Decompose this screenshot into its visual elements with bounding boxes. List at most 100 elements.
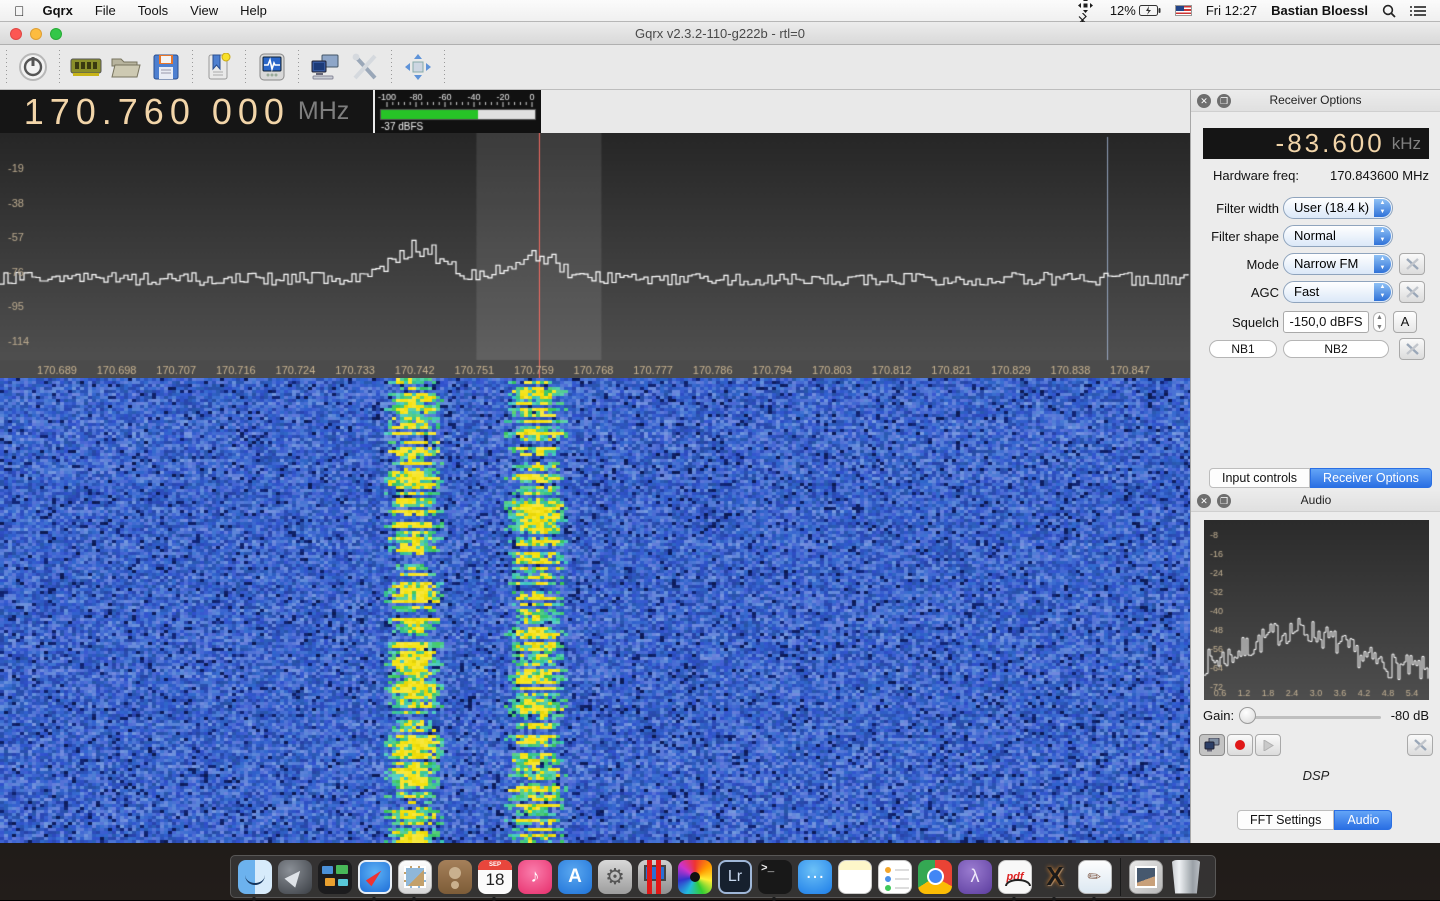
dock-emacs-icon[interactable] — [957, 859, 993, 895]
dsp-tools-button[interactable] — [345, 48, 385, 86]
remote-control-button[interactable] — [305, 48, 345, 86]
mode-options-button[interactable] — [1399, 253, 1425, 275]
offset-frequency-display[interactable]: -83.600 kHz — [1203, 128, 1429, 159]
dock: SEP18 Lr>_ pdf — [230, 855, 1216, 898]
audio-record-button[interactable] — [1227, 734, 1253, 756]
dock-finder-icon[interactable] — [237, 859, 273, 895]
input-language-flag[interactable] — [1175, 5, 1192, 16]
dock-calendar-icon[interactable]: SEP18 — [477, 859, 513, 895]
io-devices-button[interactable] — [66, 48, 106, 86]
save-settings-button[interactable] — [146, 48, 186, 86]
dock-pdf-reader-icon[interactable]: pdf — [997, 859, 1033, 895]
menu-item-tools[interactable]: Tools — [138, 3, 168, 18]
nb2-button[interactable]: NB2 — [1283, 340, 1389, 358]
panel-tab-input-controls[interactable]: Input controls — [1209, 468, 1310, 488]
window-title: Gqrx v2.3.2-110-g222b - rtl=0 — [0, 26, 1440, 41]
spotlight-search-icon[interactable] — [1382, 4, 1396, 18]
dock-messages-icon[interactable] — [797, 859, 833, 895]
waterfall-plot[interactable] — [0, 378, 1190, 843]
dock-reminders-icon[interactable] — [877, 859, 913, 895]
dock-safari-icon[interactable] — [357, 859, 393, 895]
audio-options-button[interactable] — [1407, 734, 1433, 756]
toolbar-separator — [245, 50, 246, 84]
dock-notes-icon[interactable] — [837, 859, 873, 895]
dock-app-store-icon[interactable] — [557, 859, 593, 895]
squelch-stepper[interactable]: ▲▼ — [1373, 312, 1386, 332]
dock-downloads-icon[interactable] — [1128, 859, 1164, 895]
toolbar-separator — [444, 50, 445, 84]
row-filter-width: Filter width User (18.4 k)▲▼ — [1191, 197, 1440, 221]
frequency-unit: MHz — [298, 97, 349, 126]
mode-label: Mode — [1246, 257, 1279, 272]
agc-options-button[interactable] — [1399, 281, 1425, 303]
audio-tabset: FFT SettingsAudio — [1237, 810, 1392, 830]
receiver-options-header: ✕ ❐ Receiver Options — [1191, 90, 1440, 112]
row-agc: AGCFast▲▼ — [1191, 281, 1440, 305]
apple-menu-icon[interactable]:  — [14, 3, 25, 19]
frequency-display[interactable]: 170.760 000 MHz — [0, 90, 373, 133]
dock-virtual-machine-icon[interactable] — [637, 859, 673, 895]
gain-slider-track[interactable] — [1249, 716, 1381, 719]
dock-system-preferences-icon[interactable] — [597, 859, 633, 895]
menu-item-view[interactable]: View — [190, 3, 218, 18]
audio-spectrum-plot — [1204, 520, 1429, 700]
nb-options-button[interactable] — [1399, 338, 1425, 360]
dock-lightroom-icon[interactable]: Lr — [717, 859, 753, 895]
dock-mission-control-icon[interactable] — [317, 859, 353, 895]
bookmarks-button[interactable] — [199, 48, 239, 86]
combo-stepper-icon[interactable]: ▲▼ — [1374, 227, 1391, 245]
gain-row: Gain: -80 dB — [1191, 706, 1440, 726]
fast-user-switch[interactable]: Bastian Bloessl — [1271, 3, 1368, 18]
dock-itunes-icon[interactable] — [517, 859, 553, 895]
filter-shape-combobox[interactable]: Normal▲▼ — [1283, 225, 1393, 247]
menu-item-file[interactable]: File — [95, 3, 116, 18]
dock-launchpad-icon[interactable] — [277, 859, 313, 895]
dock-color-wheel-icon[interactable] — [677, 859, 713, 895]
dock-trash-icon[interactable] — [1168, 859, 1204, 895]
toolbar-separator — [6, 50, 7, 84]
toolbar-separator — [192, 50, 193, 84]
panel-tab-receiver-options[interactable]: Receiver Options — [1310, 468, 1432, 488]
combo-stepper-icon[interactable]: ▲▼ — [1374, 255, 1391, 273]
combo-stepper-icon[interactable]: ▲▼ — [1374, 283, 1391, 301]
audio-play-button[interactable] — [1255, 734, 1281, 756]
bottom-tab-audio[interactable]: Audio — [1334, 810, 1392, 830]
load-settings-button[interactable] — [106, 48, 146, 86]
app-menu-title[interactable]: Gqrx — [43, 3, 73, 18]
dock-texshop-icon[interactable] — [1077, 859, 1113, 895]
dock-xquartz-icon[interactable] — [1037, 859, 1073, 895]
nb1-button[interactable]: NB1 — [1209, 340, 1277, 358]
move-icon[interactable] — [1078, 0, 1096, 13]
battery-status[interactable]: 12% — [1110, 3, 1161, 18]
fullscreen-button[interactable] — [398, 48, 438, 86]
agc-combobox[interactable]: Fast▲▼ — [1283, 281, 1393, 303]
power-button[interactable] — [13, 48, 53, 86]
mode-combobox[interactable]: Narrow FM▲▼ — [1283, 253, 1393, 275]
right-dock-panel: ✕ ❐ Receiver Options -83.600 kHz Hardwar… — [1190, 90, 1440, 843]
offset-value[interactable]: -83.600 — [1276, 128, 1385, 159]
dock-terminal-icon[interactable]: >_ — [757, 859, 793, 895]
filter-width-label: Filter width — [1216, 201, 1279, 216]
frequency-value[interactable]: 170.760 000 — [24, 91, 290, 133]
offset-unit: kHz — [1392, 134, 1421, 154]
spectrum-plot[interactable] — [0, 133, 1190, 378]
gain-slider-knob[interactable] — [1239, 707, 1256, 724]
filter-width-combobox[interactable]: User (18.4 k)▲▼ — [1283, 197, 1393, 219]
window-title-bar[interactable]: Gqrx v2.3.2-110-g222b - rtl=0 — [0, 22, 1440, 45]
receiver-panel-title: Receiver Options — [1191, 93, 1440, 107]
squelch-auto-button[interactable]: A — [1393, 311, 1417, 333]
dock-contacts-icon[interactable] — [437, 859, 473, 895]
audio-stream-button[interactable] — [1199, 734, 1225, 756]
menu-item-help[interactable]: Help — [240, 3, 267, 18]
squelch-field[interactable]: -150,0 dBFS — [1283, 311, 1369, 333]
dock-chrome-icon[interactable] — [917, 859, 953, 895]
notification-center-icon[interactable] — [1410, 5, 1426, 17]
main-toolbar — [0, 45, 1440, 90]
filter-shape-label: Filter shape — [1211, 229, 1279, 244]
iq-recorder-button[interactable] — [252, 48, 292, 86]
menu-clock[interactable]: Fri 12:27 — [1206, 3, 1257, 18]
bottom-tab-fft-settings[interactable]: FFT Settings — [1237, 810, 1334, 830]
dock-mail-icon[interactable] — [397, 859, 433, 895]
frequency-strip: 170.760 000 MHz — [0, 90, 1190, 133]
combo-stepper-icon[interactable]: ▲▼ — [1374, 199, 1391, 217]
